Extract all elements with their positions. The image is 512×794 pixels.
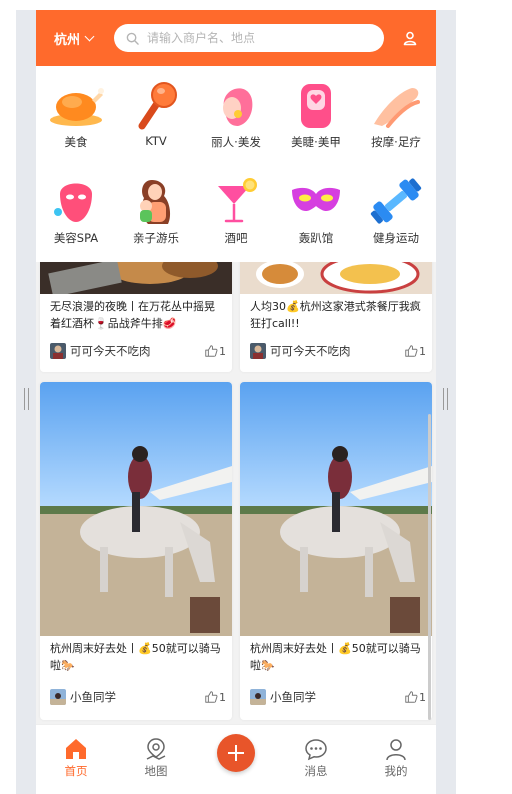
search-input[interactable]: [147, 31, 367, 45]
post-meta: 小鱼同学 1: [50, 688, 226, 706]
post-feed: 无尽浪漫的夜晚丨在万花丛中摇晃着红酒杯🍷品战斧牛排🥩 可可今天不吃肉 1 人均3…: [36, 262, 436, 724]
tab-messages[interactable]: 消息: [286, 737, 346, 779]
category-ktv[interactable]: KTV: [116, 74, 196, 160]
parent-child-icon: [140, 180, 171, 224]
category-spa[interactable]: 美容SPA: [36, 170, 116, 256]
author-avatar: [50, 689, 66, 705]
like-count: 1: [419, 690, 426, 704]
like-count: 1: [219, 690, 226, 704]
post-image: [40, 382, 232, 636]
like-button[interactable]: 1: [204, 690, 226, 704]
author-name: 可可今天不吃肉: [270, 344, 351, 358]
tab-label: 首页: [64, 764, 88, 778]
author-avatar: [250, 689, 266, 705]
category-nail[interactable]: 美睫·美甲: [276, 74, 356, 160]
post-title: 杭州周末好去处丨💰50就可以骑马啦🐎: [250, 642, 421, 672]
author-avatar: [50, 343, 66, 359]
thumbs-up-icon: [405, 345, 418, 357]
category-fitness[interactable]: 健身运动: [356, 170, 436, 256]
user-icon[interactable]: [402, 30, 418, 46]
category-label: 亲子游乐: [133, 231, 179, 245]
category-label: KTV: [145, 134, 167, 148]
plus-icon[interactable]: [217, 734, 255, 772]
post-title: 人均30💰杭州这家港式茶餐厅我疯狂打call!!: [250, 300, 421, 330]
like-button[interactable]: 1: [404, 690, 426, 704]
post-card[interactable]: 无尽浪漫的夜晚丨在万花丛中摇晃着红酒杯🍷品战斧牛排🥩 可可今天不吃肉 1: [40, 262, 232, 372]
post-title: 无尽浪漫的夜晚丨在万花丛中摇晃着红酒杯🍷品战斧牛排🥩: [50, 300, 215, 330]
tab-home[interactable]: 首页: [46, 737, 106, 779]
feed-scrollbar[interactable]: [428, 414, 431, 720]
like-count: 1: [419, 344, 426, 358]
city-label: 杭州: [54, 33, 81, 48]
author-name: 小鱼同学: [70, 690, 116, 704]
post-meta: 可可今天不吃肉 1: [250, 342, 426, 360]
category-label: 健身运动: [373, 231, 419, 245]
category-beauty-hair[interactable]: 丽人·美发: [196, 74, 276, 160]
category-party[interactable]: 轰趴馆: [276, 170, 356, 256]
tab-label: 地图: [144, 764, 168, 778]
massage-hand-icon: [374, 88, 420, 128]
like-button[interactable]: 1: [404, 344, 426, 358]
category-label: 轰趴馆: [298, 231, 334, 245]
post-meta: 小鱼同学 1: [250, 688, 426, 706]
thumbs-up-icon: [205, 691, 218, 703]
post-meta: 可可今天不吃肉 1: [50, 342, 226, 360]
hair-woman-icon: [223, 88, 253, 126]
face-mask-icon: [54, 183, 92, 222]
top-header: 杭州: [36, 10, 436, 66]
post-title: 杭州周末好去处丨💰50就可以骑马啦🐎: [50, 642, 221, 672]
cocktail-icon: [218, 178, 257, 223]
tab-profile[interactable]: 我的: [366, 737, 426, 779]
category-label: 美食: [64, 135, 88, 149]
category-label: 美睫·美甲: [291, 135, 341, 149]
category-label: 按摩·足疗: [371, 135, 421, 149]
chat-bubble-icon: [305, 739, 327, 761]
tab-map[interactable]: 地图: [126, 737, 186, 779]
category-label: 酒吧: [224, 231, 248, 245]
party-mask-icon: [292, 187, 340, 212]
nail-polish-icon: [301, 84, 331, 128]
like-count: 1: [219, 344, 226, 358]
tab-label: 我的: [384, 764, 408, 778]
right-resize-handle[interactable]: [443, 388, 448, 410]
mobile-app: 杭州 美食: [36, 10, 436, 794]
author-name: 小鱼同学: [270, 690, 316, 704]
city-selector[interactable]: 杭州: [54, 29, 95, 48]
chevron-down-icon: [84, 31, 95, 42]
like-button[interactable]: 1: [204, 344, 226, 358]
post-card[interactable]: 杭州周末好去处丨💰50就可以骑马啦🐎 小鱼同学 1: [40, 382, 232, 720]
author-avatar: [250, 343, 266, 359]
author-name: 可可今天不吃肉: [70, 344, 151, 358]
category-food[interactable]: 美食: [36, 74, 116, 160]
category-bar[interactable]: 酒吧: [196, 170, 276, 256]
search-box[interactable]: [114, 24, 384, 52]
thumbs-up-icon: [405, 691, 418, 703]
microphone-icon: [138, 82, 177, 130]
post-card[interactable]: 人均30💰杭州这家港式茶餐厅我疯狂打call!! 可可今天不吃肉 1: [240, 262, 432, 372]
search-icon: [126, 32, 139, 45]
dumbbell-icon: [370, 178, 422, 224]
category-grid: 美食 KTV 丽人·美发 美睫·美甲 按摩·足疗 美容SPA 亲子游乐 酒吧 轰…: [36, 66, 436, 262]
profile-icon: [386, 739, 406, 761]
category-massage[interactable]: 按摩·足疗: [356, 74, 436, 160]
post-image: [240, 382, 432, 636]
roast-chicken-icon: [50, 88, 104, 126]
map-pin-icon: [146, 738, 166, 760]
post-image: [240, 262, 432, 294]
category-label: 丽人·美发: [211, 135, 261, 149]
left-resize-handle[interactable]: [24, 388, 29, 410]
category-label: 美容SPA: [53, 231, 99, 245]
home-icon: [66, 739, 86, 759]
post-card[interactable]: 杭州周末好去处丨💰50就可以骑马啦🐎 小鱼同学 1: [240, 382, 432, 720]
thumbs-up-icon: [205, 345, 218, 357]
post-image: [40, 262, 232, 294]
bottom-tab-bar: 首页 地图 消息 我的: [36, 724, 436, 794]
tab-label: 消息: [304, 764, 328, 778]
category-family[interactable]: 亲子游乐: [116, 170, 196, 256]
